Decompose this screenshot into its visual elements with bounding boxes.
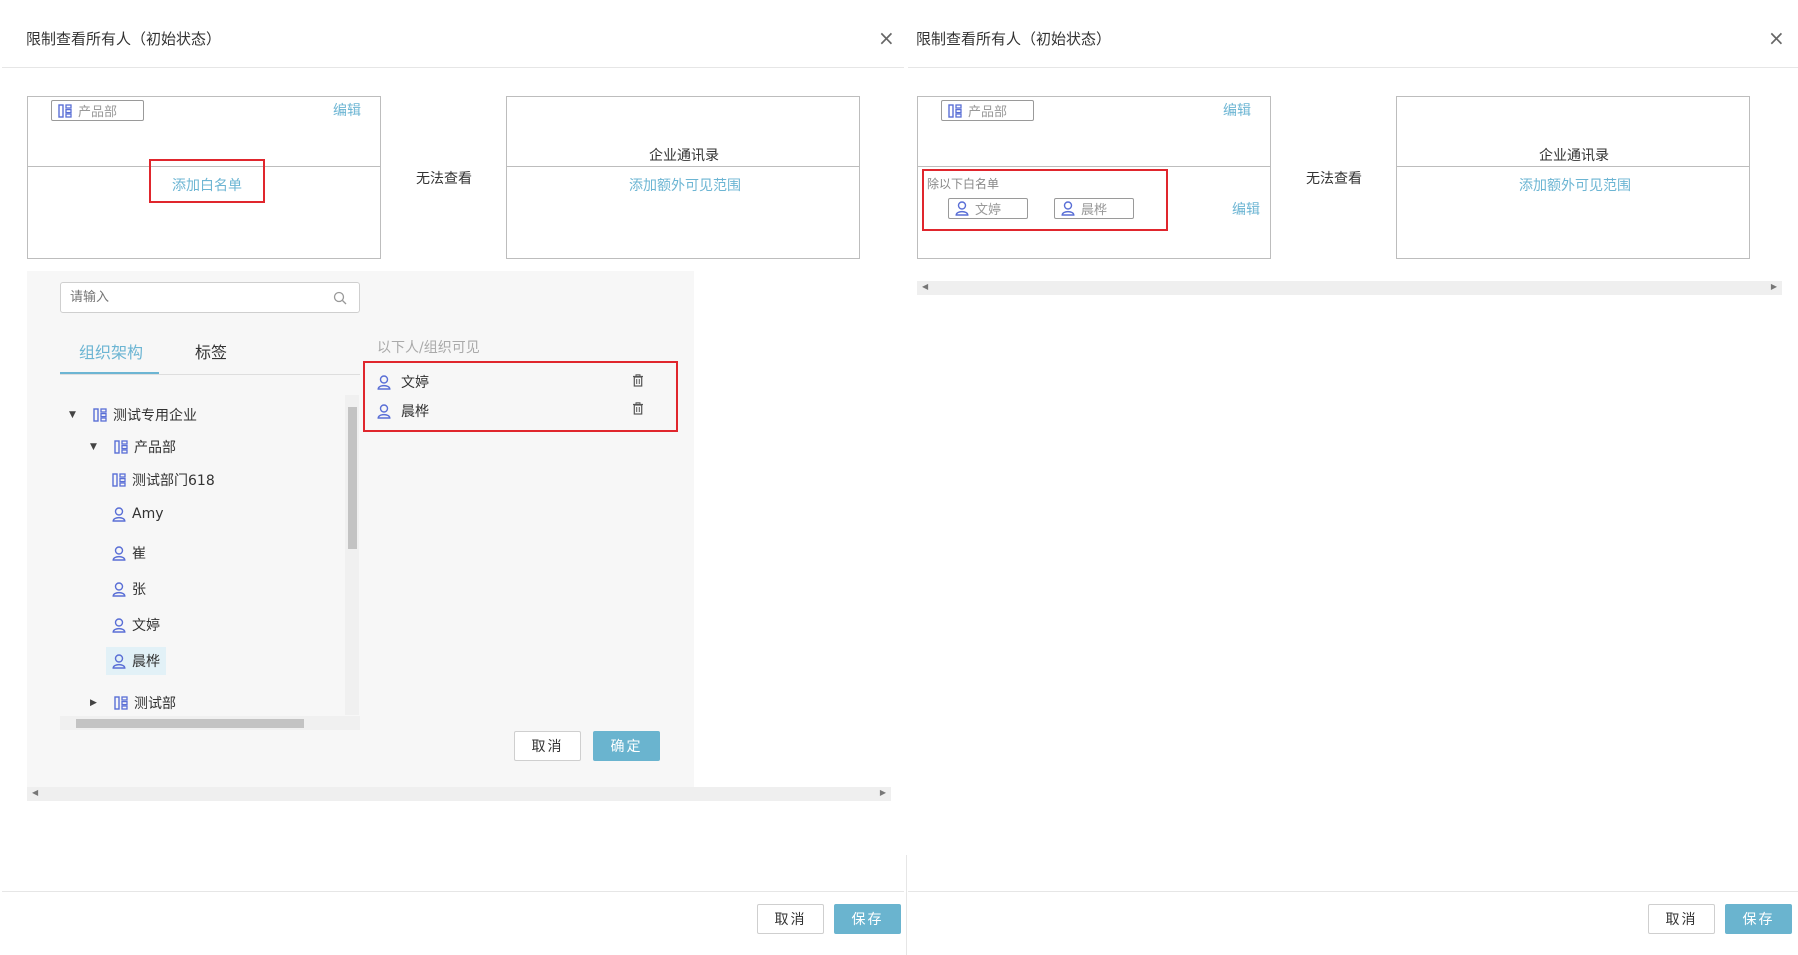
tree-item[interactable]: 文婷 [112, 615, 160, 635]
highlight-box [922, 169, 1168, 231]
scroll-left-icon[interactable]: ◀ [922, 282, 928, 291]
user-icon [112, 506, 126, 522]
dept-icon [112, 473, 126, 487]
picker-confirm-button[interactable]: 确定 [593, 731, 660, 761]
footer-divider [2, 891, 904, 892]
search-icon[interactable] [333, 291, 347, 305]
header-divider [908, 67, 1798, 68]
tree-item-label: 产品部 [134, 440, 176, 456]
add-scope-link[interactable]: 添加额外可见范围 [629, 175, 741, 195]
tree-item[interactable]: ▼ 产品部 [90, 437, 176, 457]
tree-item-selected[interactable]: 晨桦 [106, 647, 166, 675]
header-divider [2, 67, 904, 68]
dialog-title: 限制查看所有人（初始状态） [916, 30, 1112, 48]
tree-item[interactable]: 张 [112, 579, 146, 599]
dept-icon [114, 696, 128, 710]
scrollbar-thumb[interactable] [76, 719, 304, 728]
body-horizontal-scrollbar[interactable]: ◀ ▶ [27, 787, 891, 801]
dept-icon [58, 103, 72, 118]
user-icon [112, 617, 126, 633]
tree-item-label: 测试专用企业 [113, 408, 197, 424]
caret-right-icon[interactable]: ▶ [90, 698, 100, 708]
dialog-title: 限制查看所有人（初始状态） [26, 30, 222, 48]
tab-tags[interactable]: 标签 [195, 339, 227, 363]
dept-icon [93, 408, 107, 422]
search-box [60, 282, 360, 313]
edit-link[interactable]: 编辑 [1223, 100, 1251, 120]
close-icon[interactable]: × [878, 28, 895, 48]
scroll-right-icon[interactable]: ▶ [880, 788, 886, 797]
cancel-button[interactable]: 取消 [1648, 904, 1715, 934]
caret-down-icon[interactable]: ▼ [69, 410, 79, 420]
picker-cancel-button[interactable]: 取消 [514, 731, 581, 761]
close-icon[interactable]: × [1768, 28, 1785, 48]
tree-item-label: 测试部 [134, 696, 176, 712]
scroll-right-icon[interactable]: ▶ [1771, 282, 1777, 291]
tree-item-label: 崔 [132, 546, 146, 562]
highlight-box [363, 361, 678, 432]
cannot-view-text: 无法查看 [416, 171, 472, 187]
scroll-left-icon[interactable]: ◀ [32, 788, 38, 797]
tree-item[interactable]: 测试部门618 [112, 470, 215, 490]
dept-tag-label: 产品部 [78, 105, 118, 120]
tree-item-label: 文婷 [132, 618, 160, 634]
dept-icon [948, 103, 962, 118]
target-title: 企业通讯录 [1539, 148, 1609, 164]
user-icon [112, 653, 126, 669]
dept-icon [114, 440, 128, 454]
edit-link[interactable]: 编辑 [333, 100, 361, 120]
highlight-box [149, 159, 265, 203]
tree-item[interactable]: 崔 [112, 543, 146, 563]
tree-item[interactable]: Amy [112, 506, 164, 522]
user-icon [112, 545, 126, 561]
tree-item[interactable]: ▼ 测试专用企业 [69, 405, 197, 425]
save-button[interactable]: 保存 [834, 904, 901, 934]
whitelist-edit-link[interactable]: 编辑 [1232, 199, 1260, 219]
dept-tag: 产品部 [941, 100, 1034, 121]
tree-vertical-scrollbar[interactable] [345, 395, 359, 715]
scrollbar-thumb[interactable] [348, 407, 357, 549]
tree-item-label: 晨桦 [132, 654, 160, 670]
tab-org-structure[interactable]: 组织架构 [79, 339, 143, 363]
selected-heading: 以下人/组织可见 [377, 340, 480, 356]
tree-item-label: Amy [132, 506, 164, 522]
add-scope-link[interactable]: 添加额外可见范围 [1519, 175, 1631, 195]
caret-down-icon[interactable]: ▼ [90, 442, 100, 452]
dialog-separator [906, 855, 907, 955]
search-input[interactable] [61, 284, 333, 311]
save-button[interactable]: 保存 [1725, 904, 1792, 934]
tree-horizontal-scrollbar[interactable] [60, 716, 360, 730]
user-icon [112, 581, 126, 597]
cannot-view-text: 无法查看 [1306, 171, 1362, 187]
body-horizontal-scrollbar[interactable]: ◀ ▶ [917, 281, 1782, 295]
tab-divider [60, 374, 360, 375]
tree-item-label: 测试部门618 [132, 473, 215, 489]
dept-tag-label: 产品部 [968, 105, 1008, 120]
dept-tag: 产品部 [51, 100, 144, 121]
target-title: 企业通讯录 [649, 148, 719, 164]
footer-divider [908, 891, 1798, 892]
tree-item[interactable]: ▶ 测试部 [90, 693, 176, 713]
cancel-button[interactable]: 取消 [757, 904, 824, 934]
tree-item-label: 张 [132, 582, 146, 598]
